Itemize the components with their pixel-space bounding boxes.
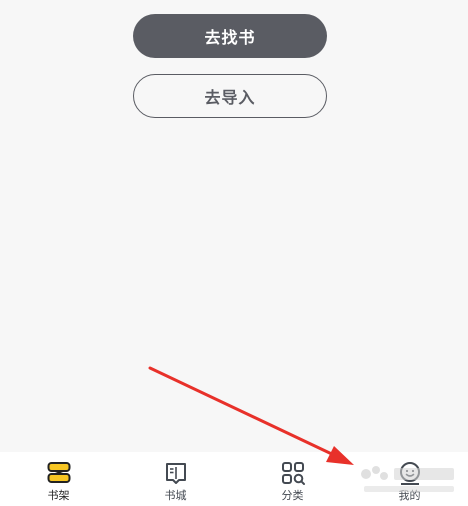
tab-label-book-store: 书城 <box>164 489 187 502</box>
tab-label-profile: 我的 <box>398 489 421 502</box>
tab-label-category: 分类 <box>281 489 304 502</box>
tab-category[interactable]: 分类 <box>234 452 351 506</box>
tab-label-bookshelf: 书架 <box>47 489 70 502</box>
tab-profile[interactable]: 我的 <box>351 452 468 506</box>
category-icon <box>281 462 305 485</box>
tab-book-store[interactable]: 书城 <box>117 452 234 506</box>
bookshelf-icon <box>47 462 70 483</box>
profile-icon <box>399 462 420 485</box>
find-books-button[interactable]: 去找书 <box>133 14 327 58</box>
screen: 去找书 去导入 书架 书城 分类 我的 <box>0 0 468 506</box>
import-books-button[interactable]: 去导入 <box>133 74 327 118</box>
bottom-tab-bar: 书架 书城 分类 我的 <box>0 452 468 506</box>
tab-bookshelf[interactable]: 书架 <box>0 452 117 506</box>
book-store-icon <box>165 463 186 484</box>
